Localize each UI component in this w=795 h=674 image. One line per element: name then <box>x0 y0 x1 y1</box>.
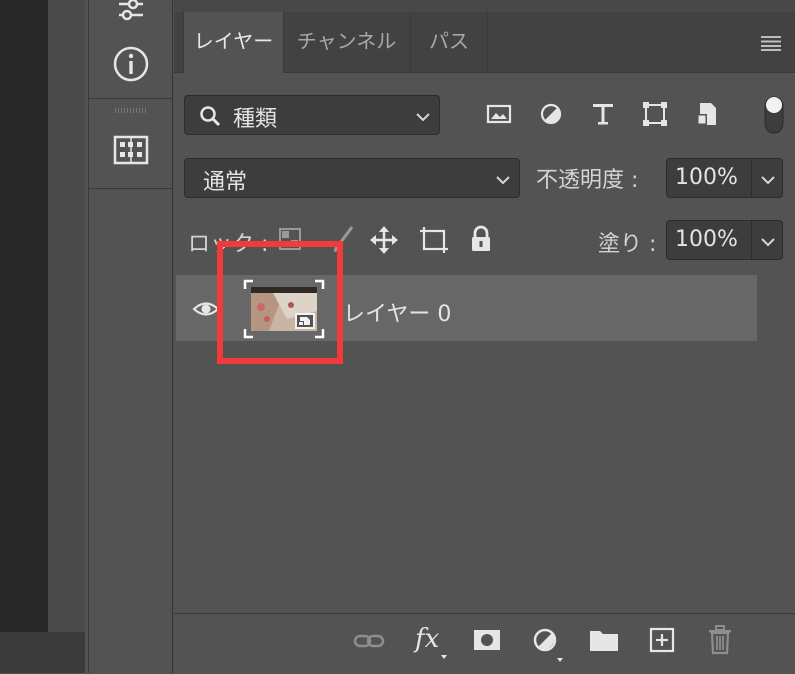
document-canvas-area <box>0 0 48 632</box>
canvas-status-strip <box>0 632 85 673</box>
visibility-eye-icon[interactable] <box>192 298 220 320</box>
fill-dropdown-button[interactable] <box>751 220 783 260</box>
type-icon[interactable] <box>590 100 616 128</box>
fill-value: 100% <box>675 227 738 252</box>
glyph-panel-icon[interactable] <box>113 134 149 166</box>
properties-sliders-icon[interactable] <box>111 0 151 22</box>
chevron-down-icon <box>495 172 511 186</box>
tab-paths[interactable]: パス <box>411 12 487 73</box>
lock-all-icon[interactable] <box>469 224 493 254</box>
image-icon[interactable] <box>486 102 512 126</box>
adjustment-layer-icon[interactable] <box>530 624 570 664</box>
chevron-down-icon <box>760 234 776 248</box>
fill-input[interactable]: 100% <box>666 220 752 260</box>
opacity-dropdown-button[interactable] <box>751 158 783 198</box>
tab-layers[interactable]: レイヤー <box>183 12 284 73</box>
adjustment-icon[interactable] <box>538 102 564 126</box>
link-icon[interactable] <box>353 628 385 654</box>
shape-icon[interactable] <box>641 100 669 128</box>
tab-channels[interactable]: チャンネル <box>284 12 409 73</box>
blend-mode-value: 通常 <box>203 170 248 195</box>
filter-kind-value: 種類 <box>233 107 278 132</box>
chevron-down-icon <box>415 109 431 123</box>
layer-filter-dropdown[interactable]: 種類 <box>184 95 440 135</box>
new-layer-icon[interactable] <box>648 626 676 654</box>
lock-move-icon[interactable] <box>369 225 399 255</box>
opacity-input[interactable]: 100% <box>666 158 752 198</box>
group-folder-icon[interactable] <box>588 627 620 653</box>
fx-icon[interactable]: fx <box>413 622 453 662</box>
info-icon[interactable] <box>111 44 151 84</box>
search-icon <box>199 105 221 127</box>
layer-name[interactable]: レイヤー 0 <box>343 296 451 328</box>
strip-divider <box>89 98 172 99</box>
fill-label: 塗り : <box>598 232 657 257</box>
filter-toggle-switch[interactable] <box>762 95 786 135</box>
tab-separator <box>487 12 488 72</box>
blend-mode-dropdown[interactable]: 通常 <box>184 158 520 198</box>
strip-grip[interactable] <box>115 108 147 113</box>
opacity-value: 100% <box>675 165 738 190</box>
smart-object-icon[interactable] <box>694 100 720 128</box>
mask-icon[interactable] <box>472 627 502 653</box>
panel-menu-icon[interactable] <box>759 34 783 52</box>
collapsed-panel-strip <box>88 0 173 673</box>
annotation-highlight-box <box>217 241 343 364</box>
opacity-label: 不透明度 : <box>536 168 639 193</box>
lock-artboard-icon[interactable] <box>418 225 450 255</box>
trash-icon[interactable] <box>706 624 734 656</box>
panel-gutter <box>48 0 85 632</box>
strip-divider <box>89 188 172 189</box>
chevron-down-icon <box>760 172 776 186</box>
